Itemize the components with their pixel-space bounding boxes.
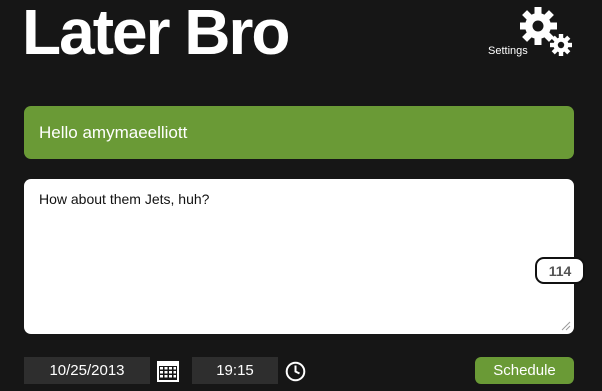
gear-icon [520,7,572,56]
message-textarea[interactable]: How about them Jets, huh? [24,179,574,334]
message-text: How about them Jets, huh? [39,191,210,207]
character-counter: 114 [535,257,585,284]
date-input[interactable] [24,357,150,384]
resize-grip-icon[interactable] [561,321,571,331]
settings-button[interactable]: Settings [486,6,586,58]
greeting-text: Hello amymaeelliott [39,122,188,142]
clock-icon[interactable] [285,361,306,382]
schedule-button[interactable]: Schedule [475,357,574,384]
settings-label: Settings [488,45,528,57]
time-input[interactable] [192,357,278,384]
greeting-banner: Hello amymaeelliott [24,106,574,159]
app-title: Later Bro [22,0,290,68]
calendar-icon[interactable] [156,359,180,383]
